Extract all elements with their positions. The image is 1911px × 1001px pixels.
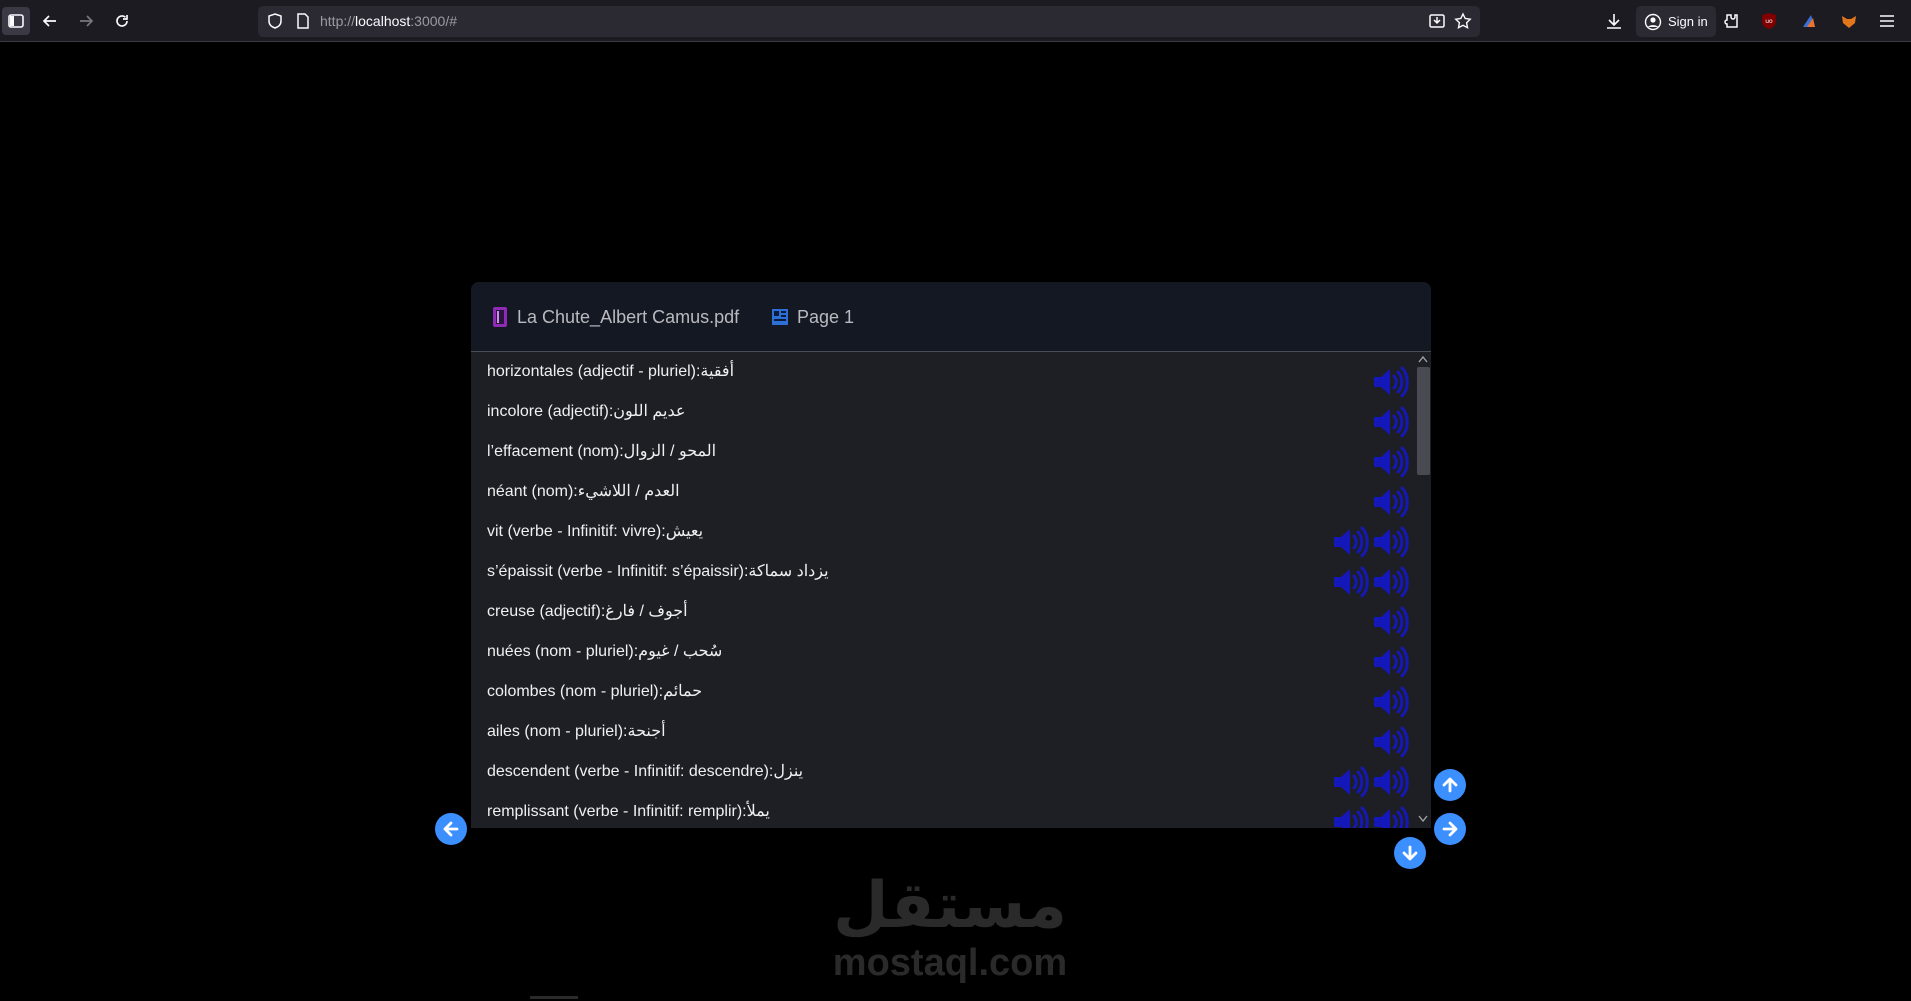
vocab-entry-text: l’effacement (nom):المحو / الزوال (487, 443, 717, 460)
downloads-button[interactable] (1604, 11, 1624, 31)
vocab-row: l’effacement (nom):المحو / الزوال (487, 433, 1409, 478)
vocab-entry-text: néant (nom):العدم / اللاشيء (487, 483, 680, 500)
pronounce-button[interactable] (1371, 805, 1409, 828)
download-icon (1607, 14, 1621, 29)
url-host: localhost (355, 13, 411, 29)
extension-button[interactable] (1799, 11, 1819, 31)
next-page-button[interactable] (1434, 813, 1466, 845)
vocab-row: colombes (nom - pluriel):حمائم (487, 673, 1409, 718)
speaker-icon (1334, 806, 1369, 828)
scroll-thumb[interactable] (1417, 367, 1430, 475)
watermark-arabic: مستقل (832, 869, 1068, 943)
vocab-row: creuse (adjectif):أجوف / فارغ (487, 593, 1409, 638)
page-layout-icon (772, 309, 788, 325)
vocabulary-panel: La Chute_Albert Camus.pdf Page 1 horizon… (471, 282, 1431, 828)
sidebar-toggle-button[interactable] (2, 7, 30, 35)
reload-icon (116, 15, 128, 27)
back-arrow-icon (42, 15, 56, 27)
page-icon[interactable] (294, 12, 312, 30)
vocab-row: néant (nom):العدم / اللاشيء (487, 473, 1409, 518)
book-icon (493, 307, 507, 327)
ublock-extension-button[interactable]: uo (1759, 11, 1779, 31)
vocab-row: vit (verbe - Infinitif: vivre):يعيش (487, 513, 1409, 558)
vocab-row: ailes (nom - pluriel):أجنحة (487, 713, 1409, 758)
back-button[interactable] (36, 7, 64, 35)
watermark-latin: mostaql.com (832, 942, 1068, 984)
pronounce-infinitive-button[interactable] (1331, 805, 1369, 828)
vocab-entry-text: s’épaissit (verbe - Infinitif: s’épaissi… (487, 563, 829, 580)
vocabulary-scrollbar[interactable] (1415, 353, 1431, 828)
vocab-entry-text: colombes (nom - pluriel):حمائم (487, 683, 703, 700)
svg-text:uo: uo (1765, 18, 1773, 25)
vocab-row: descendent (verbe - Infinitif: descendre… (487, 753, 1409, 798)
vocab-entry-text: horizontales (adjectif - pluriel):أفقية (487, 363, 735, 380)
account-icon (1644, 13, 1662, 30)
vocab-entry-text: ailes (nom - pluriel):أجنحة (487, 723, 666, 740)
shield-icon[interactable] (266, 12, 284, 30)
extension-icon (1803, 15, 1815, 27)
watermark: مستقل mostaql.com (830, 870, 1070, 990)
pdf-file-label: La Chute_Albert Camus.pdf (491, 306, 739, 328)
scroll-up-button[interactable] (1434, 769, 1466, 801)
vocab-row: horizontales (adjectif - pluriel):أفقية (487, 353, 1409, 398)
scroll-up-arrow-icon[interactable] (1418, 355, 1428, 363)
menu-icon (1880, 15, 1894, 27)
vocab-entry-text: creuse (adjectif):أجوف / فارغ (487, 603, 688, 620)
page-label: Page 1 (771, 306, 854, 328)
bottom-divider (530, 996, 578, 999)
page-number: Page 1 (797, 306, 855, 327)
forward-arrow-icon (80, 15, 94, 27)
previous-page-button[interactable] (435, 813, 467, 845)
forward-button[interactable] (72, 7, 100, 35)
vocab-entry-text: incolore (adjectif):عديم اللون (487, 403, 686, 420)
vocab-entry-text: descendent (verbe - Infinitif: descendre… (487, 763, 804, 780)
extensions-button[interactable] (1721, 11, 1741, 31)
vocab-row: incolore (adjectif):عديم اللون (487, 393, 1409, 438)
vocab-row: nuées (nom - pluriel):سُحب / غيوم (487, 633, 1409, 678)
arrow-left-icon (443, 821, 459, 837)
scroll-down-arrow-icon[interactable] (1418, 815, 1428, 823)
star-icon[interactable] (1454, 12, 1472, 30)
arrow-up-icon (1442, 777, 1458, 793)
scroll-down-button[interactable] (1394, 837, 1426, 869)
vocab-row: s’épaissit (verbe - Infinitif: s’épaissi… (487, 553, 1409, 598)
sign-in-label: Sign in (1668, 14, 1708, 29)
fox-extension-button[interactable] (1839, 11, 1859, 31)
url-scheme: http:// (320, 13, 356, 29)
extensions-icon (1724, 14, 1738, 28)
vocabulary-list: horizontales (adjectif - pluriel):أفقية i… (471, 353, 1431, 828)
url-bar[interactable]: http://localhost:3000/# (258, 6, 1480, 37)
app-menu-button[interactable] (1877, 11, 1897, 31)
ublock-icon: uo (1762, 13, 1776, 29)
browser-toolbar: http://localhost:3000/# Sign in uo (0, 0, 1911, 42)
vocab-entry-text: remplissant (verbe - Infinitif: remplir)… (487, 803, 770, 820)
fox-extension-icon (1842, 16, 1856, 28)
vocab-row: remplissant (verbe - Infinitif: remplir)… (487, 793, 1409, 828)
arrow-right-icon (1442, 821, 1458, 837)
vocab-entry-text: nuées (nom - pluriel):سُحب / غيوم (487, 643, 723, 660)
sign-in-button[interactable]: Sign in (1636, 6, 1716, 37)
reader-view-icon[interactable] (1428, 12, 1446, 30)
speaker-icon (1374, 806, 1409, 828)
sidebar-icon (8, 14, 24, 28)
panel-header: La Chute_Albert Camus.pdf Page 1 (471, 282, 1431, 352)
url-rest: :3000/# (410, 13, 458, 29)
arrow-down-icon (1402, 845, 1418, 861)
pdf-file-name: La Chute_Albert Camus.pdf (517, 306, 740, 327)
vocab-entry-text: vit (verbe - Infinitif: vivre):يعيش (487, 523, 704, 540)
reload-button[interactable] (108, 7, 136, 35)
url-text: http://localhost:3000/# (320, 13, 457, 29)
